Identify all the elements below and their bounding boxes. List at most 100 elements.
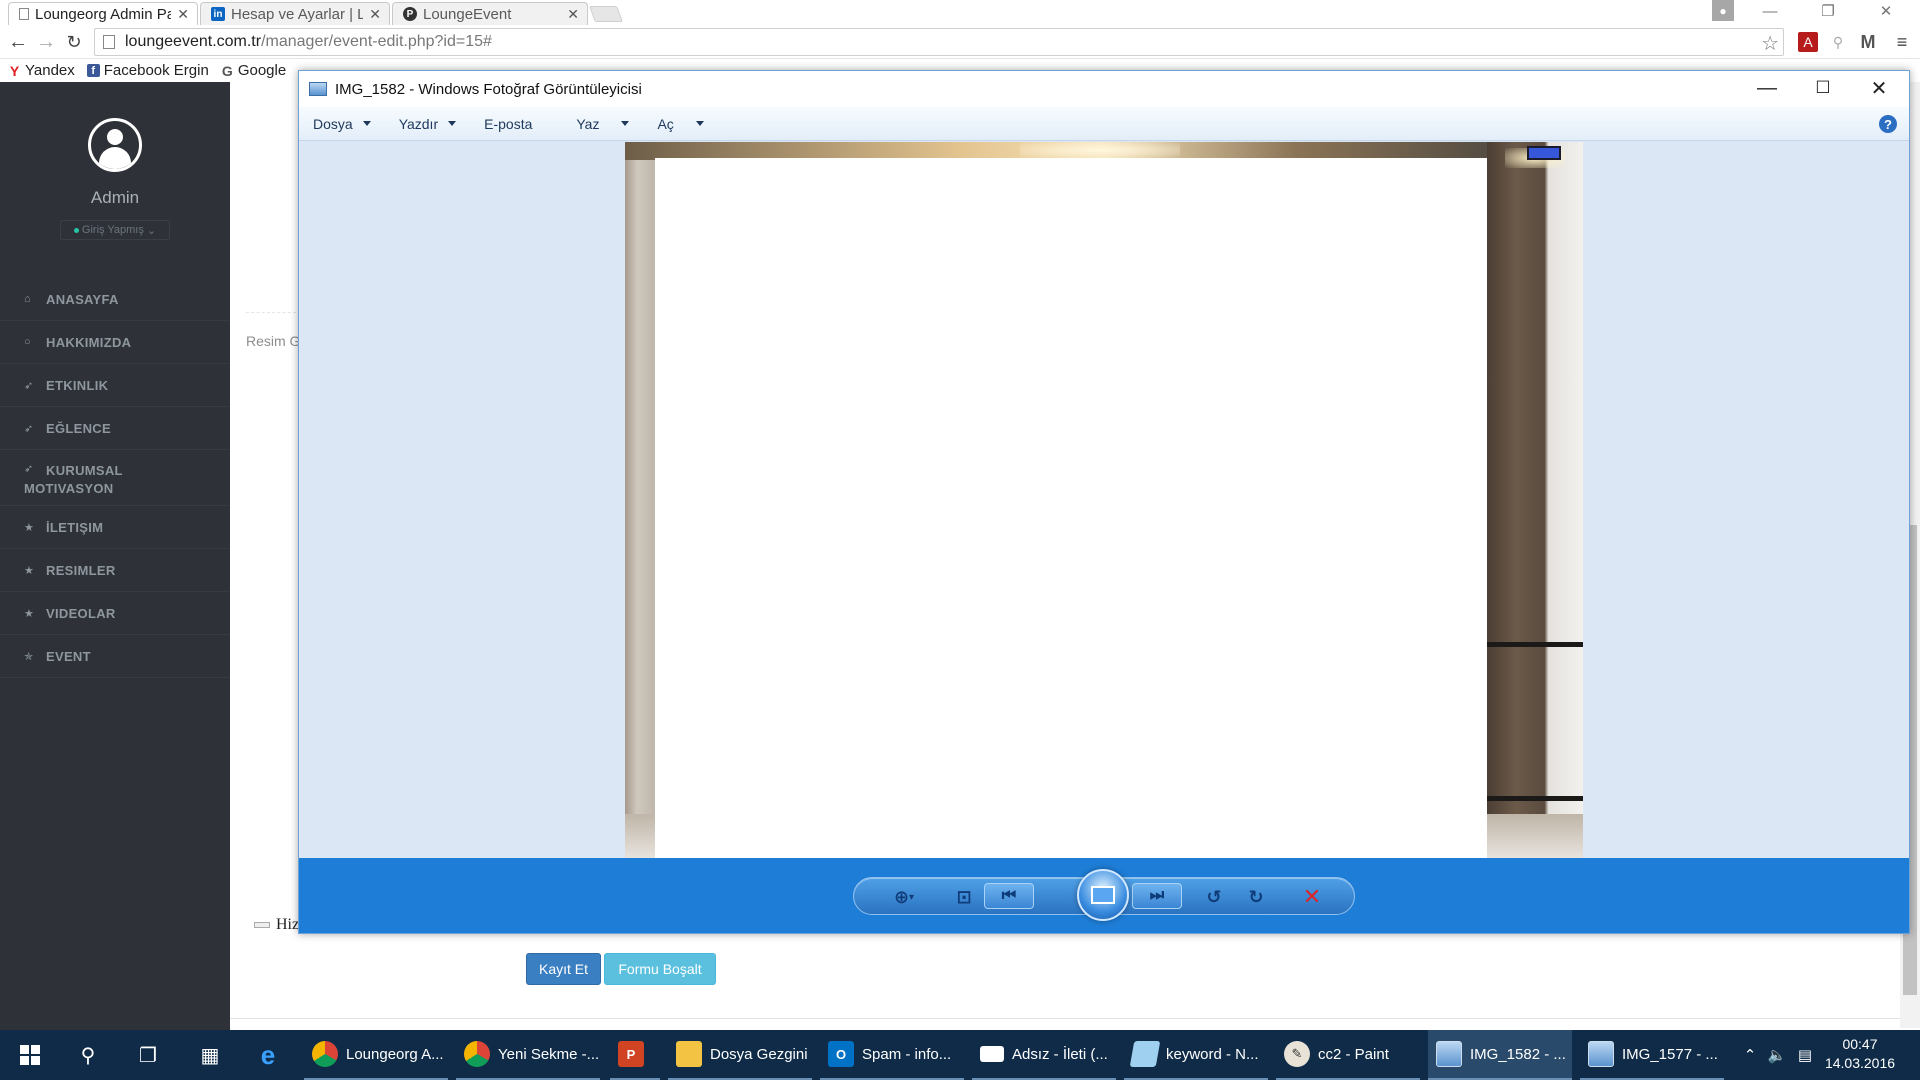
sidebar-item-label: VIDEOLAR: [46, 605, 116, 621]
profile-icon[interactable]: ●: [1712, 0, 1734, 21]
close-window-icon[interactable]: ✕: [1864, 0, 1908, 22]
caret-down-icon: [621, 121, 630, 126]
calculator-icon[interactable]: ▦: [186, 1030, 234, 1080]
taskbar-app-chrome-new-tab[interactable]: Yeni Sekme -...: [456, 1030, 600, 1080]
sidebar-item-resimler[interactable]: ★ RESIMLER: [0, 549, 230, 592]
clock-date: 14.03.2016: [1824, 1055, 1896, 1071]
search-icon[interactable]: ⚲: [64, 1030, 112, 1080]
slideshow-button[interactable]: [1077, 869, 1129, 921]
close-icon[interactable]: ✕: [177, 6, 189, 23]
task-view-icon[interactable]: ❐: [124, 1030, 172, 1080]
folder-icon: [676, 1041, 702, 1067]
star-icon: ★: [24, 521, 35, 534]
new-tab-button[interactable]: [589, 6, 623, 22]
caret-down-icon: [448, 121, 457, 126]
menu-label: E-posta: [484, 115, 533, 132]
close-icon[interactable]: ✕: [567, 6, 579, 23]
star-outline-icon: ✯: [24, 650, 34, 663]
tab-loungeevent[interactable]: P LoungeEvent ✕: [392, 2, 588, 25]
taskbar-app-label: Adsız - İleti (...: [1012, 1045, 1108, 1063]
delete-icon[interactable]: ✕: [1300, 884, 1324, 909]
bookmark-label: Google: [237, 62, 287, 79]
bookmark-star-icon[interactable]: ☆: [1761, 31, 1779, 56]
menu-yaz[interactable]: Yaz: [562, 107, 643, 141]
sidebar-item-label: ANASAYFA: [46, 291, 119, 307]
chevron-up-icon[interactable]: ⌃: [1738, 1030, 1762, 1080]
status-dropdown[interactable]: Giriş Yapmış ⌄: [60, 220, 170, 240]
slideshow-icon: [1091, 886, 1115, 904]
back-icon[interactable]: ←: [6, 30, 30, 54]
powerpoint-icon: P: [618, 1041, 644, 1067]
sidebar-item-iletisim[interactable]: ★ İLETIŞIM: [0, 506, 230, 549]
search-icon[interactable]: ⚲: [1828, 32, 1848, 52]
bookmark-yandex[interactable]: Y Yandex: [8, 62, 75, 79]
facebook-icon: f: [86, 64, 100, 77]
close-icon[interactable]: ✕: [369, 6, 381, 23]
reload-icon[interactable]: ↻: [62, 30, 86, 54]
sidebar-item-etkinlik[interactable]: ➶ ETKINLIK: [0, 364, 230, 407]
taskbar-app-file-explorer[interactable]: Dosya Gezgini: [668, 1030, 812, 1080]
minimize-icon[interactable]: —: [1739, 71, 1795, 105]
volume-icon[interactable]: 🔈: [1764, 1030, 1790, 1080]
menu-eposta[interactable]: E-posta: [470, 107, 562, 141]
taskbar-app-photo-viewer-1582[interactable]: IMG_1582 - ...: [1428, 1030, 1572, 1080]
taskbar-app-mail[interactable]: Adsız - İleti (...: [972, 1030, 1116, 1080]
acrobat-icon[interactable]: A: [1798, 32, 1818, 52]
sidebar-item-label: EĞLENCE: [46, 420, 111, 436]
m-extension-icon[interactable]: M: [1858, 32, 1878, 52]
maximize-icon[interactable]: ☐: [1795, 71, 1851, 105]
bookmark-google[interactable]: G Google: [221, 62, 286, 79]
minimize-icon[interactable]: —: [1748, 0, 1792, 22]
help-icon[interactable]: ?: [1879, 115, 1897, 133]
menu-dosya[interactable]: Dosya: [299, 107, 385, 141]
taskbar-app-paint[interactable]: ✎ cc2 - Paint: [1276, 1030, 1420, 1080]
taskbar-app-notepad[interactable]: keyword - N...: [1124, 1030, 1268, 1080]
taskbar-app-label: IMG_1577 - ...: [1622, 1045, 1718, 1063]
photo-canvas[interactable]: [299, 142, 1909, 858]
rotate-right-icon[interactable]: ↻: [1244, 885, 1268, 909]
forward-icon[interactable]: →: [34, 30, 58, 54]
menu-ac[interactable]: Aç: [643, 107, 717, 141]
notifications-icon[interactable]: ▤: [1792, 1030, 1818, 1080]
edge-icon[interactable]: e: [244, 1030, 292, 1080]
zoom-icon[interactable]: ⊕ ▾: [884, 885, 924, 909]
taskbar-app-label: keyword - N...: [1166, 1045, 1259, 1063]
address-bar[interactable]: loungeevent.com.tr/manager/event-edit.ph…: [94, 28, 1784, 56]
actual-size-icon[interactable]: ⊡: [952, 885, 976, 909]
photo-wall-right: [1487, 142, 1583, 858]
save-button[interactable]: Kayıt Et: [526, 953, 601, 985]
sidebar-item-kurumsal-motivasyon[interactable]: ➶ KURUMSAL MOTIVASYON: [0, 450, 230, 506]
photo-viewer-icon: [1436, 1041, 1462, 1067]
photo-stripe: [1487, 796, 1583, 801]
restore-icon[interactable]: ❐: [1806, 0, 1850, 22]
menu-icon[interactable]: ≡: [1892, 32, 1912, 52]
windows-start-icon[interactable]: [6, 1030, 54, 1080]
checkbox[interactable]: [254, 922, 270, 928]
taskbar-app-powerpoint[interactable]: P: [610, 1030, 660, 1080]
taskbar-app-outlook[interactable]: O Spam - info...: [820, 1030, 964, 1080]
sidebar-item-eglence[interactable]: ➶ EĞLENCE: [0, 407, 230, 450]
mail-icon: [980, 1046, 1004, 1062]
previous-button[interactable]: ⏮: [984, 883, 1034, 909]
menu-label: Aç: [657, 115, 674, 132]
sidebar-item-videolar[interactable]: ★ VIDEOLAR: [0, 592, 230, 635]
taskbar-app-photo-viewer-1577[interactable]: IMG_1577 - ...: [1580, 1030, 1724, 1080]
yandex-icon: Y: [9, 62, 20, 79]
sidebar-item-event[interactable]: ✯ EVENT: [0, 635, 230, 678]
tab-linkedin[interactable]: in Hesap ve Ayarlar | Lir ✕: [200, 2, 390, 25]
viewer-title-bar[interactable]: IMG_1582 - Windows Fotoğraf Görüntüleyic…: [299, 71, 1909, 107]
next-button[interactable]: ⏭: [1132, 883, 1182, 909]
service-checkbox-row[interactable]: Hiz: [254, 916, 299, 934]
reset-form-button[interactable]: Formu Boşalt: [604, 953, 716, 985]
divider: [246, 312, 296, 313]
taskbar-app-chrome-loungeorg[interactable]: Loungeorg A...: [304, 1030, 448, 1080]
sidebar-item-hakkimizda[interactable]: ○ HAKKIMIZDA: [0, 321, 230, 364]
menu-yazdir[interactable]: Yazdır: [385, 107, 470, 141]
close-icon[interactable]: ✕: [1851, 71, 1907, 105]
sidebar-item-anasayfa[interactable]: ⌂ ANASAYFA: [0, 278, 230, 321]
system-clock[interactable]: 00:47 14.03.2016: [1820, 1035, 1900, 1073]
bookmark-facebook[interactable]: f Facebook Ergin: [86, 62, 209, 79]
tab-loungeorg-admin[interactable]: Loungeorg Admin Pa ✕: [8, 2, 198, 25]
rotate-left-icon[interactable]: ↺: [1202, 885, 1226, 909]
sidebar-item-label: RESIMLER: [46, 562, 116, 578]
